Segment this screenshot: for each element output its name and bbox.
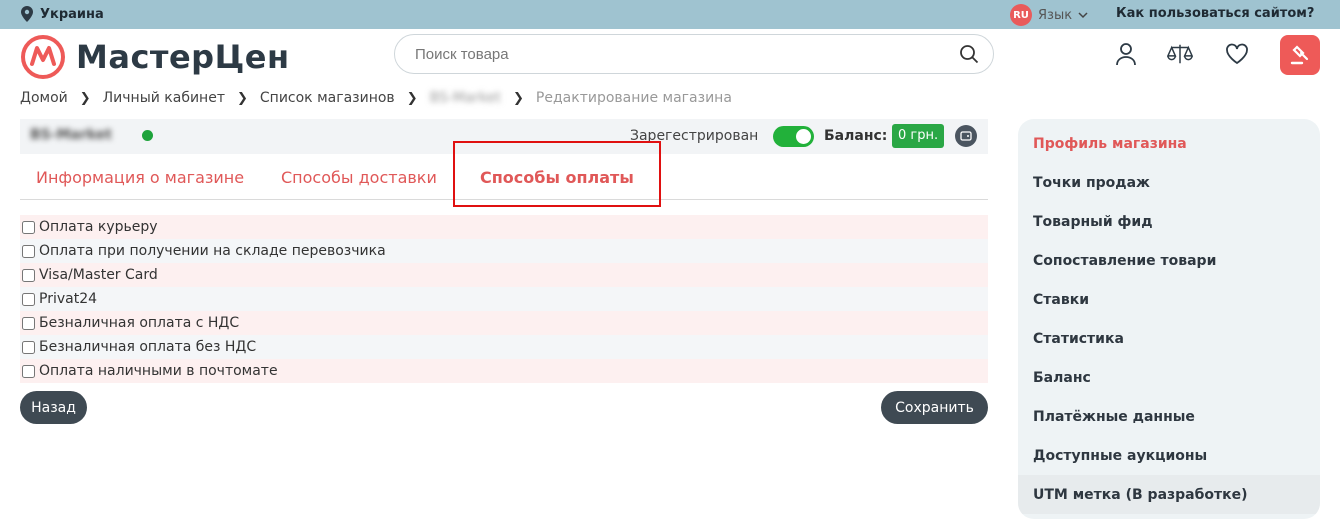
payment-checkbox[interactable]	[22, 292, 35, 306]
language-selector[interactable]: RU Язык	[1010, 4, 1088, 26]
breadcrumb: Домой ❯ Личный кабинет ❯ Список магазино…	[20, 90, 732, 106]
payment-option-postomat-cash[interactable]: Оплата наличными в почтомате	[20, 359, 988, 383]
payment-option-visa-mastercard[interactable]: Visa/Master Card	[20, 263, 988, 287]
search-icon[interactable]	[959, 44, 979, 64]
balance-label: Баланс:	[824, 128, 888, 144]
heart-icon[interactable]	[1224, 41, 1250, 67]
back-button[interactable]: Назад	[20, 391, 87, 424]
payment-option-privat24[interactable]: Privat24	[20, 287, 988, 311]
registered-toggle[interactable]	[773, 126, 814, 147]
payment-checkbox[interactable]	[22, 220, 35, 234]
gavel-icon	[1290, 45, 1309, 65]
sidebar-item-auctions[interactable]: Доступные аукционы	[1018, 436, 1320, 475]
chevron-right-icon: ❯	[406, 90, 418, 106]
chevron-right-icon: ❯	[236, 90, 248, 106]
payment-option-label: Visa/Master Card	[39, 267, 158, 283]
payment-checkbox[interactable]	[22, 244, 35, 258]
payment-option-label: Безналичная оплата с НДС	[39, 315, 240, 331]
compare-scales-icon[interactable]	[1167, 41, 1193, 67]
chevron-right-icon: ❯	[513, 90, 524, 106]
user-icon[interactable]	[1113, 41, 1139, 67]
breadcrumb-cabinet[interactable]: Личный кабинет	[103, 90, 225, 106]
payment-options-list: Оплата курьеру Оплата при получении на с…	[20, 215, 988, 383]
payment-option-carrier-pickup[interactable]: Оплата при получении на складе перевозчи…	[20, 239, 988, 263]
search-box	[394, 34, 994, 74]
language-label: Язык	[1038, 7, 1073, 23]
payment-checkbox[interactable]	[22, 364, 35, 378]
logo-text: МастерЦен	[76, 38, 290, 76]
payment-option-label: Privat24	[39, 291, 98, 307]
save-button[interactable]: Сохранить	[881, 391, 988, 424]
location-pin-icon	[21, 6, 33, 22]
sidebar-item-utm[interactable]: UTM метка (В разработке)	[1018, 475, 1320, 514]
balance-value: 0 грн.	[892, 124, 945, 148]
payment-option-courier[interactable]: Оплата курьеру	[20, 215, 988, 239]
sidebar-item-statistics[interactable]: Статистика	[1018, 319, 1320, 358]
chevron-down-icon	[1078, 11, 1088, 18]
top-bar: Украина RU Язык Как пользоваться сайтом?	[0, 0, 1340, 29]
payment-checkbox[interactable]	[22, 340, 35, 354]
logo[interactable]: МастерЦен	[20, 34, 290, 80]
auction-button[interactable]	[1280, 35, 1320, 75]
header: МастерЦен	[0, 29, 1340, 83]
breadcrumb-shop-name[interactable]: BS-Market	[430, 90, 501, 106]
chevron-right-icon: ❯	[79, 90, 91, 106]
payment-option-label: Оплата курьеру	[39, 219, 158, 235]
sidebar-item-product-matching[interactable]: Сопоставление товари	[1018, 241, 1320, 280]
breadcrumb-current: Редактирование магазина	[535, 90, 732, 106]
sidebar-item-shop-profile[interactable]: Профиль магазина	[1018, 124, 1320, 163]
payment-option-cashless-no-vat[interactable]: Безналичная оплата без НДС	[20, 335, 988, 359]
region-label: Украина	[40, 6, 104, 22]
shop-name: BS-Market	[30, 127, 112, 143]
search-input[interactable]	[415, 45, 945, 63]
tab-delivery-methods[interactable]: Способы доставки	[281, 168, 437, 187]
help-link[interactable]: Как пользоваться сайтом?	[1116, 6, 1314, 21]
logo-mark-icon	[21, 35, 65, 79]
payment-option-cashless-vat[interactable]: Безналичная оплата с НДС	[20, 311, 988, 335]
cabinet-sidebar: Профиль магазина Точки продаж Товарный ф…	[1018, 119, 1320, 519]
online-status-dot	[142, 130, 153, 141]
region-selector[interactable]: Украина	[20, 6, 104, 22]
sidebar-item-balance[interactable]: Баланс	[1018, 358, 1320, 397]
active-tab-highlight	[453, 141, 661, 207]
wallet-icon[interactable]	[955, 125, 977, 147]
sidebar-item-payment-details[interactable]: Платёжные данные	[1018, 397, 1320, 436]
payment-checkbox[interactable]	[22, 316, 35, 330]
payment-option-label: Оплата наличными в почтомате	[39, 363, 278, 379]
tab-shop-info[interactable]: Информация о магазине	[36, 168, 244, 187]
sidebar-item-sale-points[interactable]: Точки продаж	[1018, 163, 1320, 202]
payment-checkbox[interactable]	[22, 268, 35, 282]
payment-option-label: Безналичная оплата без НДС	[39, 339, 257, 355]
sidebar-item-bids[interactable]: Ставки	[1018, 280, 1320, 319]
sidebar-item-product-feed[interactable]: Товарный фид	[1018, 202, 1320, 241]
breadcrumb-shops[interactable]: Список магазинов	[260, 90, 395, 106]
breadcrumb-home[interactable]: Домой	[20, 90, 68, 106]
payment-option-label: Оплата при получении на складе перевозчи…	[39, 243, 386, 259]
language-flag-badge: RU	[1010, 4, 1032, 26]
